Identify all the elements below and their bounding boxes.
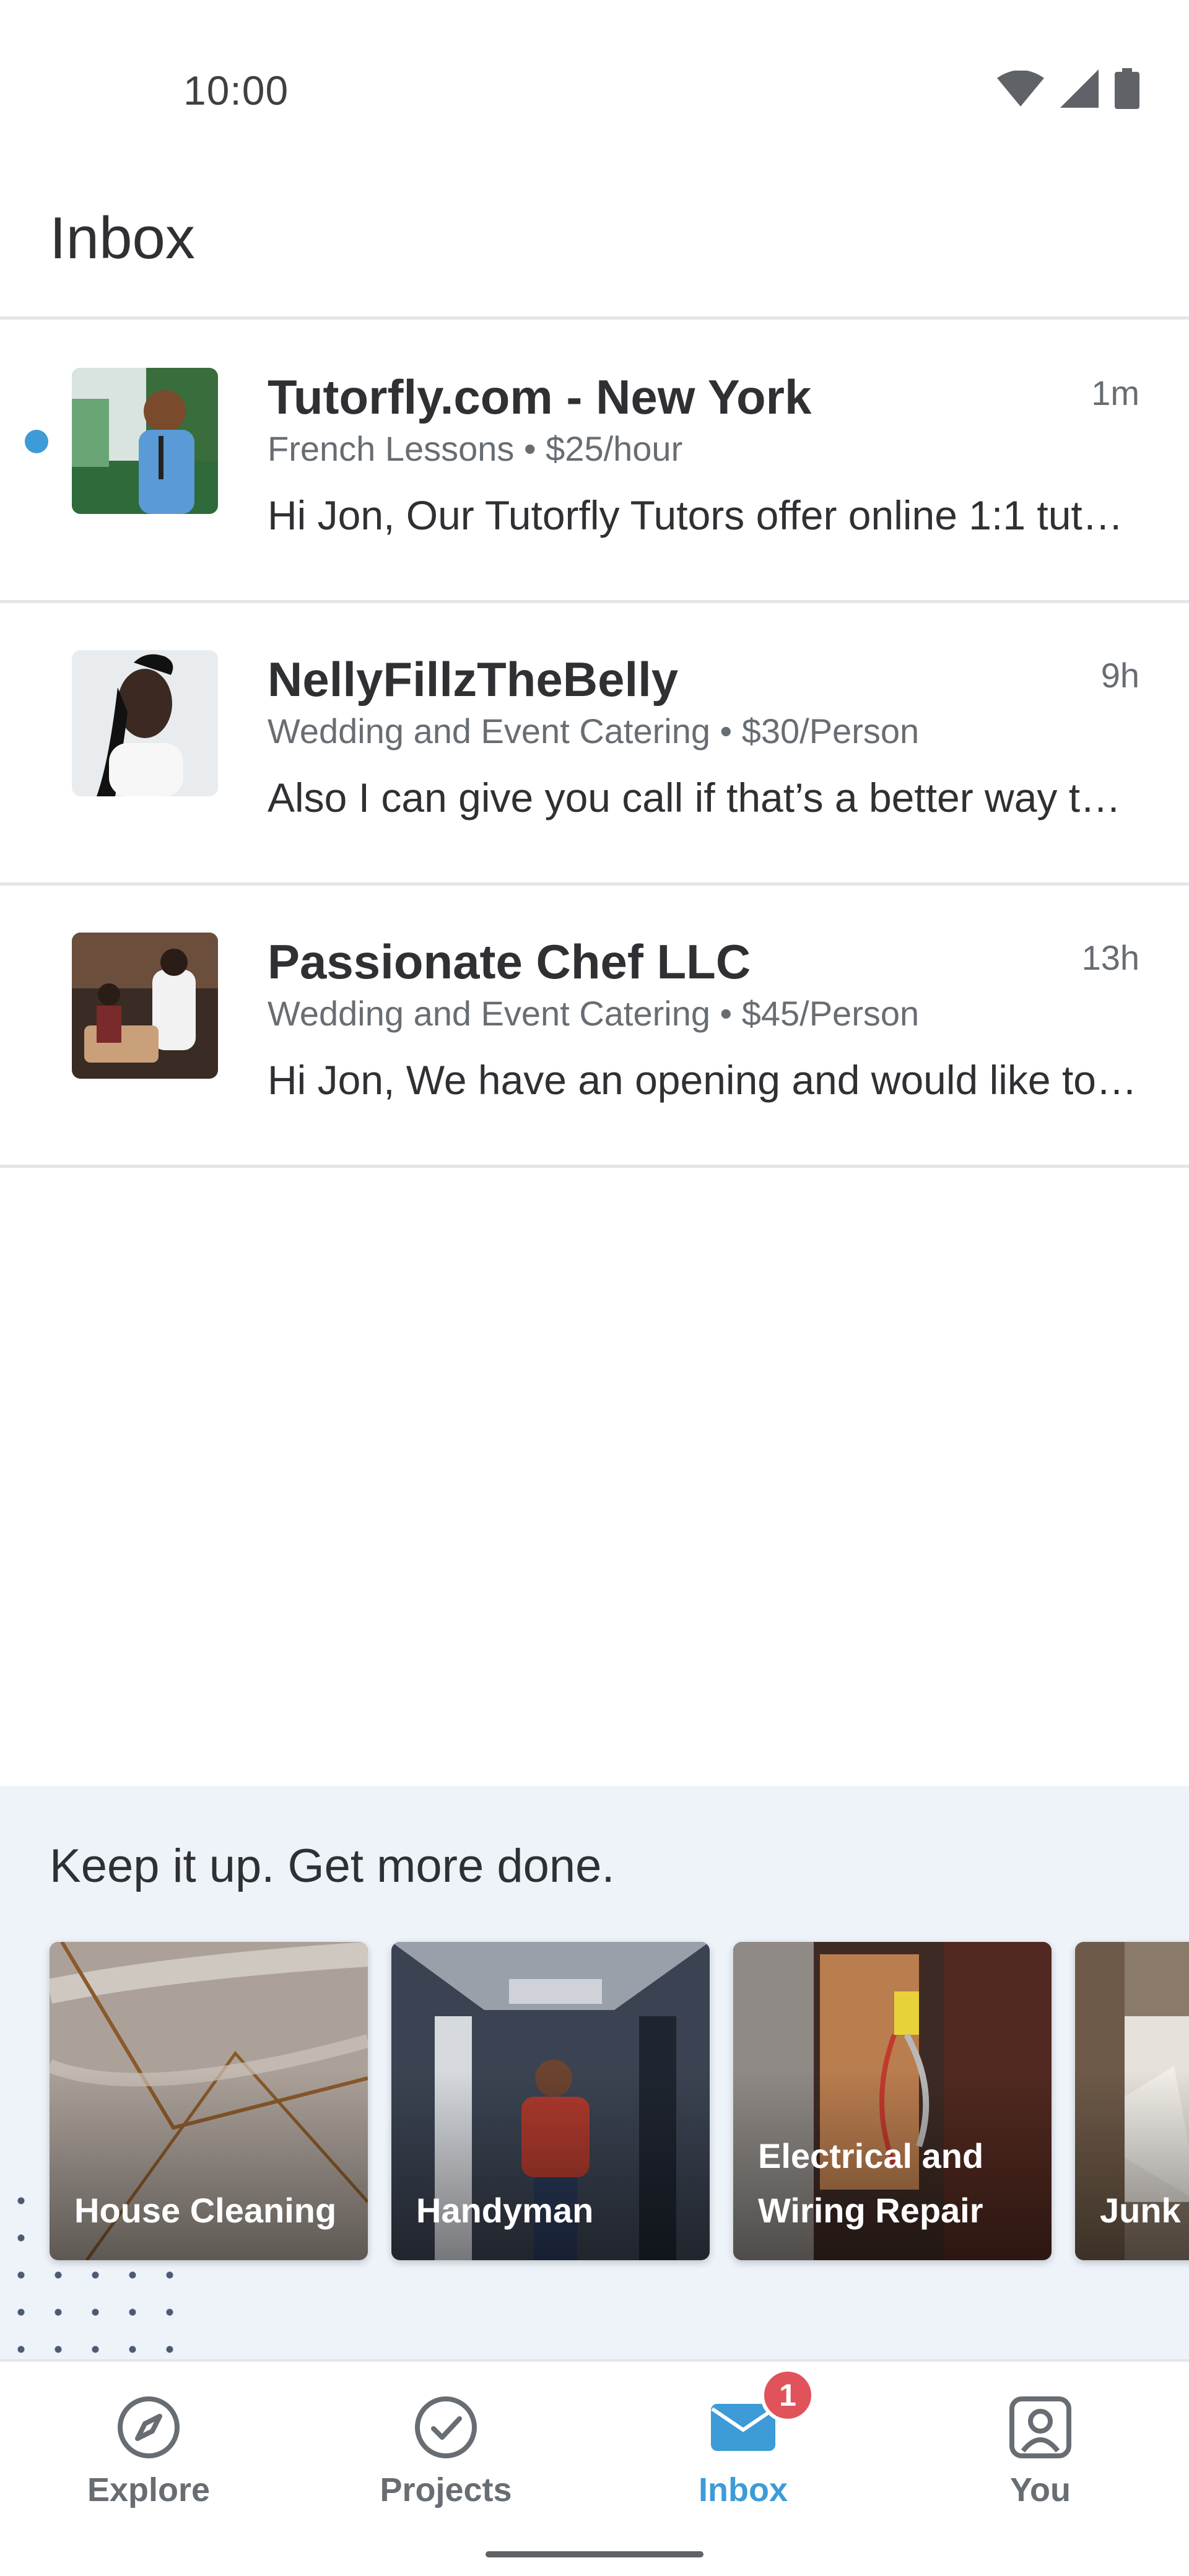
nav-label: Explore	[87, 2471, 211, 2509]
avatar-passionate-chef	[72, 933, 218, 1079]
promo-title: Keep it up. Get more done.	[50, 1840, 615, 1892]
category-card-junk[interactable]: Junk	[1075, 1942, 1189, 2260]
category-card-house-cleaning[interactable]: House Cleaning	[50, 1942, 368, 2260]
status-time: 10:00	[183, 67, 289, 113]
inbox-badge: 1	[760, 2368, 815, 2422]
avatar-tutorfly	[72, 368, 218, 514]
bottom-nav: Explore Projects Inbox You 1	[0, 2359, 1189, 2576]
category-label: Handyman	[416, 2191, 594, 2230]
message-time: 1m	[1091, 373, 1139, 412]
message-time: 13h	[1081, 938, 1139, 977]
signal-icon	[1060, 69, 1099, 108]
home-indicator[interactable]	[486, 2551, 703, 2557]
nav-item-inbox[interactable]: Inbox	[594, 2362, 892, 2548]
nav-item-projects[interactable]: Projects	[297, 2362, 594, 2548]
status-icons	[997, 68, 1139, 109]
category-label: Electrical and Wiring Repair	[758, 2136, 984, 2230]
message-sender: Tutorfly.com - New York	[268, 370, 812, 424]
nav-label: Projects	[380, 2471, 512, 2509]
category-card-electrical[interactable]: Electrical and Wiring Repair	[733, 1942, 1052, 2260]
page-title: Inbox	[50, 205, 195, 271]
message-preview: Also I can give you call if that’s a bet…	[268, 775, 1141, 820]
message-sender: Passionate Chef LLC	[268, 934, 751, 989]
nav-label: You	[1010, 2471, 1071, 2509]
message-subtitle: Wedding and Event Catering • $45/Person	[268, 994, 920, 1033]
category-card-handyman[interactable]: Handyman	[391, 1942, 710, 2260]
message-row-nelly[interactable]: NellyFillzTheBelly 9h Wedding and Event …	[0, 603, 1189, 886]
message-time: 9h	[1100, 656, 1139, 695]
message-row-passionate-chef[interactable]: Passionate Chef LLC 13h Wedding and Even…	[0, 886, 1189, 1168]
message-preview: Hi Jon, Our Tutorfly Tutors offer online…	[268, 492, 1141, 538]
inbox-header: Inbox	[0, 186, 1189, 320]
unread-indicator	[25, 430, 48, 453]
promo-section: Keep it up. Get more done. House Cleanin…	[0, 1786, 1189, 2359]
message-subtitle: Wedding and Event Catering • $30/Person	[268, 711, 920, 751]
category-label: Junk	[1100, 2191, 1181, 2230]
nav-item-explore[interactable]: Explore	[0, 2362, 297, 2548]
compass-icon	[118, 2396, 180, 2458]
message-row-tutorfly[interactable]: Tutorfly.com - New York 1m French Lesson…	[0, 321, 1189, 603]
battery-icon	[1115, 68, 1139, 109]
avatar-nelly	[72, 650, 218, 796]
message-preview: Hi Jon, We have an opening and would lik…	[268, 1057, 1141, 1103]
status-bar: 10:00	[0, 0, 1189, 186]
category-label: House Cleaning	[74, 2191, 337, 2230]
nav-item-you[interactable]: You	[892, 2362, 1189, 2548]
message-subtitle: French Lessons • $25/hour	[268, 429, 683, 468]
nav-label: Inbox	[699, 2471, 788, 2509]
wifi-icon	[997, 71, 1044, 107]
check-circle-icon	[415, 2396, 477, 2458]
message-sender: NellyFillzTheBelly	[268, 652, 679, 707]
profile-icon	[1009, 2396, 1071, 2458]
